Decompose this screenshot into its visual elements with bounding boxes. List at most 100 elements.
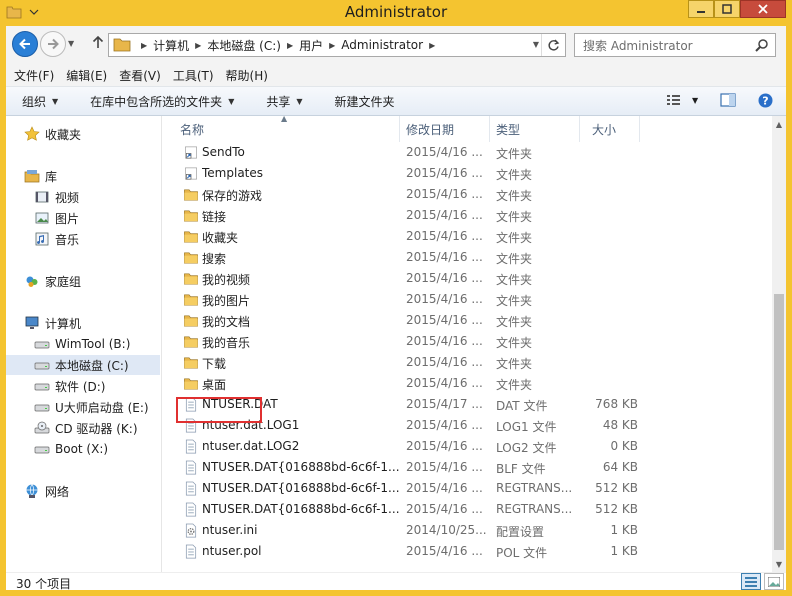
file-row[interactable]: 桌面 2015/4/16 ... 文件夹 — [163, 373, 772, 394]
chevron-right-icon[interactable]: ▶ — [429, 41, 435, 50]
file-row[interactable]: ntuser.dat.LOG2 2015/4/16 ... LOG2 文件 0 KB — [163, 436, 772, 457]
file-row[interactable]: 我的图片 2015/4/16 ... 文件夹 — [163, 289, 772, 310]
breadcrumb-item[interactable]: 计算机 — [153, 37, 189, 54]
search-input[interactable]: 搜索 Administrator — [574, 33, 776, 57]
file-row[interactable]: NTUSER.DAT{016888bd-6c6f-1... 2015/4/16 .… — [163, 499, 772, 520]
menu-edit[interactable]: 编辑(E) — [66, 67, 107, 84]
file-row[interactable]: SendTo 2015/4/16 ... 文件夹 — [163, 142, 772, 163]
sidebar-item-drive-k[interactable]: CD 驱动器 (K:) — [34, 418, 138, 438]
details-view-button[interactable] — [741, 573, 761, 590]
file-row[interactable]: 我的音乐 2015/4/16 ... 文件夹 — [163, 331, 772, 352]
file-type: 文件夹 — [496, 315, 533, 329]
sidebar-item-label: 视频 — [55, 190, 80, 205]
search-icon[interactable] — [755, 38, 769, 52]
organize-button[interactable]: 组织 ▼ — [22, 93, 58, 110]
menu-file[interactable]: 文件(F) — [14, 67, 54, 84]
sidebar-item-computer[interactable]: 计算机 — [24, 313, 81, 333]
arrow-up-icon — [92, 35, 104, 48]
file-modified: 2015/4/16 ... — [406, 481, 483, 495]
sidebar-item-drive-b[interactable]: WimTool (B:) — [34, 334, 130, 354]
change-view-button[interactable]: ▼ — [666, 93, 698, 107]
file-row[interactable]: ntuser.ini 2014/10/25... 配置设置 1 KB — [163, 520, 772, 541]
minimize-button[interactable] — [688, 0, 714, 18]
sidebar-item-network[interactable]: 网络 — [24, 481, 69, 501]
up-button[interactable] — [92, 35, 104, 53]
chevron-right-icon[interactable]: ▶ — [287, 41, 293, 50]
file-row[interactable]: 搜索 2015/4/16 ... 文件夹 — [163, 247, 772, 268]
scrollbar-thumb[interactable] — [774, 294, 784, 550]
sidebar-item-drive-x[interactable]: Boot (X:) — [34, 439, 108, 459]
sidebar-item-favorites[interactable]: 收藏夹 — [24, 124, 81, 144]
file-size: 768 KB — [595, 397, 638, 411]
file-name: NTUSER.DAT{016888bd-6c6f-1... — [202, 460, 400, 474]
breadcrumb-item[interactable]: 用户 — [299, 37, 323, 54]
maximize-button[interactable] — [714, 0, 740, 18]
column-header-size[interactable]: 大小 — [580, 116, 640, 142]
drive-icon — [34, 341, 50, 349]
file-type: 文件夹 — [496, 252, 533, 266]
file-modified: 2015/4/16 ... — [406, 439, 483, 453]
sidebar-item-drive-c[interactable]: 本地磁盘 (C:) — [6, 355, 160, 375]
file-type: 文件夹 — [496, 147, 533, 161]
file-size: 48 KB — [602, 418, 638, 432]
file-row[interactable]: 链接 2015/4/16 ... 文件夹 — [163, 205, 772, 226]
file-row[interactable]: NTUSER.DAT{016888bd-6c6f-1... 2015/4/16 .… — [163, 457, 772, 478]
cd-drive-icon — [34, 421, 50, 434]
preview-pane-button[interactable] — [720, 93, 736, 107]
chevron-down-icon: ▼ — [532, 40, 539, 49]
address-bar[interactable]: ▶ 计算机 ▶ 本地磁盘 (C:) ▶ 用户 ▶ Administrator ▶… — [108, 33, 566, 57]
sidebar-item-pictures[interactable]: 图片 — [34, 208, 79, 228]
new-folder-label: 新建文件夹 — [334, 94, 395, 109]
file-row[interactable]: 收藏夹 2015/4/16 ... 文件夹 — [163, 226, 772, 247]
file-name: 搜索 — [202, 252, 227, 266]
sidebar-item-homegroup[interactable]: 家庭组 — [24, 271, 81, 291]
address-history-button[interactable]: ▼ — [533, 40, 539, 49]
sidebar-item-library[interactable]: 库 — [24, 166, 57, 186]
file-row[interactable]: 保存的游戏 2015/4/16 ... 文件夹 — [163, 184, 772, 205]
file-type: 文件夹 — [496, 336, 533, 350]
close-button[interactable] — [740, 0, 786, 18]
file-row[interactable]: 我的视频 2015/4/16 ... 文件夹 — [163, 268, 772, 289]
recent-locations-button[interactable]: ▼ — [68, 39, 74, 48]
network-icon — [26, 484, 38, 498]
menu-tools[interactable]: 工具(T) — [173, 67, 214, 84]
column-header-modified[interactable]: 修改日期 — [400, 116, 490, 142]
breadcrumb-item[interactable]: 本地磁盘 (C:) — [207, 37, 281, 54]
sidebar-item-drive-e[interactable]: U大师启动盘 (E:) — [34, 397, 149, 417]
details-view-icon — [745, 576, 757, 587]
maximize-icon — [722, 4, 732, 14]
file-modified: 2015/4/16 ... — [406, 250, 483, 264]
vertical-scrollbar[interactable]: ▲ ▼ — [772, 116, 786, 572]
menu-help[interactable]: 帮助(H) — [226, 67, 268, 84]
close-icon — [758, 4, 768, 14]
include-in-library-button[interactable]: 在库中包含所选的文件夹 ▼ — [90, 93, 234, 110]
back-button[interactable] — [12, 31, 38, 57]
scroll-down-button[interactable]: ▼ — [772, 556, 786, 572]
forward-button[interactable] — [40, 31, 66, 57]
file-row[interactable]: 我的文档 2015/4/16 ... 文件夹 — [163, 310, 772, 331]
refresh-button[interactable] — [541, 34, 565, 56]
chevron-right-icon[interactable]: ▶ — [329, 41, 335, 50]
help-button[interactable]: ? — [758, 93, 773, 108]
sidebar-item-videos[interactable]: 视频 — [34, 187, 79, 207]
chevron-right-icon[interactable]: ▶ — [195, 41, 201, 50]
folder-icon — [113, 38, 131, 52]
folder-icon — [184, 231, 198, 243]
column-header-name[interactable]: ▲ 名称 — [163, 114, 400, 142]
scroll-up-button[interactable]: ▲ — [772, 116, 786, 132]
sidebar-item-music[interactable]: 音乐 — [34, 229, 79, 249]
file-row[interactable]: NTUSER.DAT{016888bd-6c6f-1... 2015/4/16 .… — [163, 478, 772, 499]
sidebar-item-label: U大师启动盘 (E:) — [55, 400, 149, 415]
sidebar-item-drive-d[interactable]: 软件 (D:) — [34, 376, 105, 396]
large-icons-view-button[interactable] — [764, 573, 784, 590]
share-button[interactable]: 共享 ▼ — [266, 93, 302, 110]
file-row[interactable]: Templates 2015/4/16 ... 文件夹 — [163, 163, 772, 184]
file-name: 我的图片 — [202, 294, 251, 308]
file-row[interactable]: ntuser.pol 2015/4/16 ... POL 文件 1 KB — [163, 541, 772, 562]
breadcrumb-item[interactable]: Administrator — [341, 38, 423, 52]
file-row[interactable]: 下载 2015/4/16 ... 文件夹 — [163, 352, 772, 373]
file-type: 文件夹 — [496, 357, 533, 371]
column-header-type[interactable]: 类型 — [490, 116, 580, 142]
new-folder-button[interactable]: 新建文件夹 — [335, 93, 395, 110]
menu-view[interactable]: 查看(V) — [119, 67, 161, 84]
